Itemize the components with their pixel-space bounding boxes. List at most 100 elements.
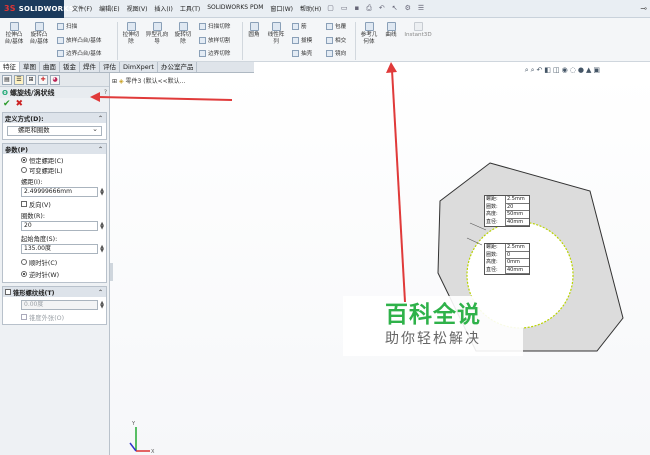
boundary-cut-button[interactable]: 边界切除 (199, 49, 230, 57)
helix-callout-bottom[interactable]: 螺距: 2.5mm 圈数: 0 高度: 0mm 直径: 40mm (484, 243, 530, 275)
boundary-boss-icon (57, 49, 64, 57)
svg-text:Y: Y (131, 421, 136, 427)
wrap-button[interactable]: 包覆 (326, 22, 346, 30)
fillet-button[interactable]: 圆角 (245, 22, 263, 39)
new-doc-icon[interactable]: ▢ (327, 4, 334, 13)
collapse-icon[interactable]: ⌃ (98, 146, 103, 153)
ok-check-icon[interactable]: ✔ (3, 99, 11, 109)
tab-sketch[interactable]: 草图 (20, 62, 40, 72)
shell-button[interactable]: 抽壳 (292, 49, 312, 57)
menu-bar: 文件(F) 编辑(E) 视图(V) 插入(I) 工具(T) SOLIDWORKS… (72, 4, 321, 13)
instant3d-button[interactable]: Instant3D (402, 22, 434, 39)
mirror-button[interactable]: 镜向 (326, 49, 346, 57)
menu-pdm[interactable]: SOLIDWORKS PDM (207, 4, 263, 13)
counterclockwise-radio[interactable]: 逆时针(W) (21, 270, 106, 279)
taper-outward-checkbox[interactable]: 锥度外张(O) (21, 313, 106, 322)
tab-surfaces[interactable]: 曲面 (40, 62, 60, 72)
tab-weldments[interactable]: 焊件 (80, 62, 100, 72)
spinner-icon[interactable]: ▲ ▼ (99, 188, 105, 197)
sweep-icon (57, 22, 64, 30)
property-manager-icon[interactable]: ☰ (14, 75, 24, 85)
taper-section: 锥形螺纹线(T) ⌃ 0.00度 ▲ ▼ 锥度外张(O) (2, 286, 107, 325)
rib-icon (292, 22, 299, 30)
revolutions-input[interactable]: 20 ▲ ▼ (21, 221, 104, 231)
revolve-boss-button[interactable]: 旋转凸台/基体 (28, 22, 50, 46)
parameters-section: 参数(P) ⌃ 恒定螺距(C) 可变螺距(L) 螺距(I): 2.4999966… (2, 143, 107, 283)
menu-file[interactable]: 文件(F) (72, 4, 92, 13)
tab-sheet-metal[interactable]: 钣金 (60, 62, 80, 72)
radio-icon (21, 259, 27, 265)
revolve-cut-icon (178, 22, 188, 31)
help-icon[interactable]: ? (104, 89, 107, 96)
menu-insert[interactable]: 插入(I) (154, 4, 172, 13)
helix-callout-top[interactable]: 螺距: 2.5mm 圈数: 20 高度: 50mm 直径: 40mm (484, 195, 530, 227)
draft-button[interactable]: 拔模 (292, 36, 312, 44)
sweep-cut-button[interactable]: 扫描切除 (199, 22, 230, 30)
variable-pitch-radio[interactable]: 可变螺距(L) (21, 166, 106, 175)
graphics-viewport[interactable]: ⊞ ◈ 零件3 (默认<<默认... ⌕⌕↶◧◫◉◌●▲▣ X Y 螺距: 2.5… (110, 66, 650, 455)
curves-button[interactable]: 曲线 (382, 22, 400, 39)
menu-view[interactable]: 视图(V) (127, 4, 148, 13)
tab-evaluate[interactable]: 评估 (100, 62, 120, 72)
helix-icon: ʘ (2, 88, 8, 97)
spinner-icon[interactable]: ▲ ▼ (99, 301, 105, 310)
collapse-icon[interactable]: ⌃ (98, 289, 103, 296)
mirror-icon (326, 49, 333, 57)
cancel-x-icon[interactable]: ✖ (16, 99, 24, 109)
pin-icon[interactable]: ⊸ (640, 4, 647, 13)
constant-pitch-radio[interactable]: 恒定螺距(C) (21, 156, 106, 165)
tab-dimxpert[interactable]: DimXpert (120, 62, 158, 72)
definition-header[interactable]: 定义方式(D): ⌃ (3, 113, 106, 123)
menu-edit[interactable]: 编辑(E) (99, 4, 119, 13)
hole-wizard-button[interactable]: 异型孔向导 (145, 22, 169, 46)
boundary-boss-button[interactable]: 边界凸台/基体 (57, 49, 101, 57)
extrude-boss-button[interactable]: 拉伸凸台/基体 (3, 22, 25, 46)
taper-angle-input[interactable]: 0.00度 ▲ ▼ (21, 300, 104, 310)
feature-tree-icon[interactable]: ▤ (2, 75, 12, 85)
options-icon[interactable]: ☰ (418, 4, 424, 13)
reverse-checkbox[interactable]: 反向(V) (21, 200, 106, 209)
save-icon[interactable]: ▪ (354, 4, 359, 13)
tab-office-products[interactable]: 办公室产品 (158, 62, 198, 72)
dimxpert-icon[interactable]: ✚ (38, 75, 48, 85)
checkbox-icon[interactable] (5, 289, 11, 295)
ref-geometry-button[interactable]: 参考几何体 (358, 22, 380, 46)
wrap-icon (326, 22, 333, 30)
watermark: 百科全说 助你轻松解决 (343, 296, 523, 356)
loft-cut-button[interactable]: 放样切割 (199, 36, 230, 44)
start-angle-input[interactable]: 135.00度 ▲ ▼ (21, 244, 104, 254)
hole-wizard-icon (152, 22, 162, 31)
ribbon-separator (242, 22, 243, 60)
sweep-button[interactable]: 扫描 (57, 22, 77, 30)
open-icon[interactable]: ▭ (341, 4, 348, 13)
display-manager-icon[interactable]: ◕ (50, 75, 60, 85)
linear-pattern-button[interactable]: 线性阵列 (265, 22, 287, 46)
loft-boss-button[interactable]: 放样凸台/基体 (57, 36, 101, 44)
radio-icon (21, 157, 27, 163)
spinner-icon[interactable]: ▲ ▼ (99, 245, 105, 254)
config-manager-icon[interactable]: ⊞ (26, 75, 36, 85)
extrude-cut-button[interactable]: 拉伸切除 (120, 22, 142, 46)
tab-features[interactable]: 特征 (0, 62, 20, 72)
revolve-cut-button[interactable]: 旋转切除 (172, 22, 194, 46)
parameters-header[interactable]: 参数(P) ⌃ (3, 144, 106, 154)
shell-icon (292, 49, 299, 57)
rebuild-icon[interactable]: ⚙ (405, 4, 411, 13)
curves-icon (386, 22, 396, 31)
spinner-icon[interactable]: ▲ ▼ (99, 222, 105, 231)
menu-window[interactable]: 窗口(W) (270, 4, 293, 13)
taper-header[interactable]: 锥形螺纹线(T) ⌃ (3, 287, 106, 297)
rib-button[interactable]: 筋 (292, 22, 307, 30)
undo-icon[interactable]: ↶ (379, 4, 385, 13)
definition-select[interactable]: 螺距和圈数 (7, 125, 102, 136)
pitch-label: 螺距(I): (21, 179, 43, 186)
clockwise-radio[interactable]: 顺时针(C) (21, 258, 106, 267)
print-icon[interactable]: ⎙ (366, 4, 372, 13)
pitch-input[interactable]: 2.49999666mm ▲ ▼ (21, 187, 104, 197)
extrude-boss-icon (9, 22, 19, 31)
intersect-button[interactable]: 相交 (326, 36, 346, 44)
collapse-icon[interactable]: ⌃ (98, 115, 103, 122)
menu-tools[interactable]: 工具(T) (180, 4, 200, 13)
menu-help[interactable]: 帮助(H) (300, 4, 321, 13)
select-icon[interactable]: ↖ (392, 4, 398, 13)
